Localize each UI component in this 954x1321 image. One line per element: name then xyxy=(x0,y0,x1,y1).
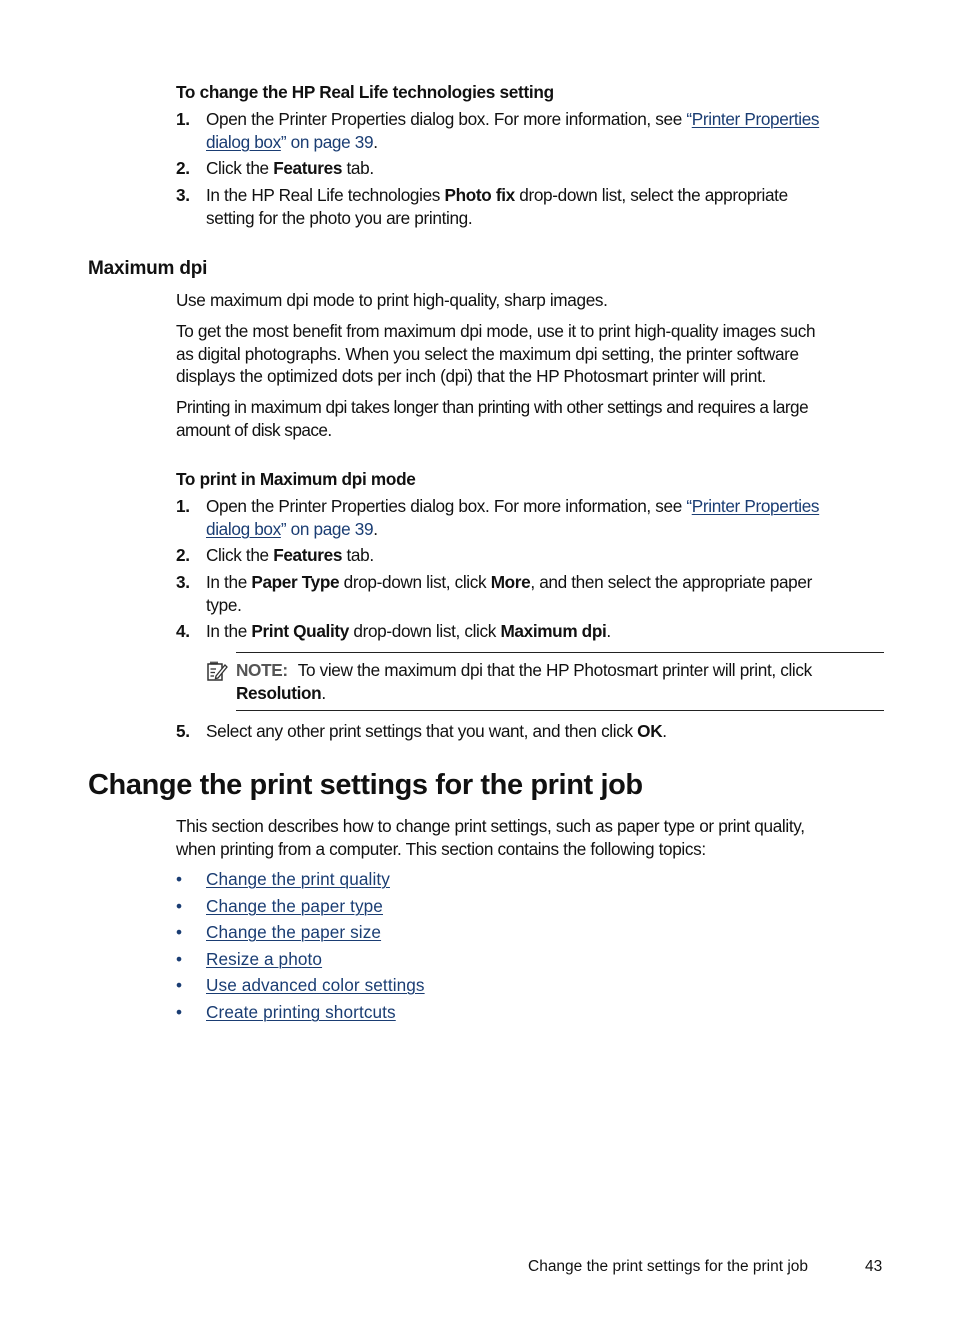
para-line: Printing in maximum dpi takes longer tha… xyxy=(176,397,809,417)
step-number: 1. xyxy=(176,109,190,129)
step-text-end: . xyxy=(662,721,667,741)
step-text-mid: drop-down list, click xyxy=(348,621,501,641)
note-body: To view the maximum dpi that the HP Phot… xyxy=(297,660,813,680)
step-text-end: tab. xyxy=(342,545,374,565)
bullet: • xyxy=(176,922,183,942)
max-dpi-para-1: Use maximum dpi mode to print high-quali… xyxy=(176,290,608,310)
bullet: • xyxy=(176,869,183,889)
max-dpi-step-2: 2. Click the Features tab. xyxy=(176,544,886,566)
step-text: In the xyxy=(206,572,252,592)
step-text-end: , and then select the appropriate paper xyxy=(530,572,812,592)
note-pencil-icon xyxy=(206,660,228,682)
topic-link-printing-shortcuts[interactable]: Create printing shortcuts xyxy=(206,1001,396,1023)
max-dpi-step-4: 4. In the Print Quality drop-down list, … xyxy=(176,620,886,642)
max-dpi-step-1: 1. Open the Printer Properties dialog bo… xyxy=(176,495,886,541)
note-label: NOTE: xyxy=(236,660,288,680)
note-end: . xyxy=(321,682,326,703)
step-text-end: . xyxy=(373,131,378,152)
bullet: • xyxy=(176,975,183,995)
step-text-line2: type. xyxy=(206,594,242,615)
real-life-step-2: 2. Click the Features tab. xyxy=(176,157,886,179)
para-line: as digital photographs. When you select … xyxy=(176,343,799,364)
note-top-rule xyxy=(236,652,884,653)
max-dpi-para-2: To get the most benefit from maximum dpi… xyxy=(176,320,896,388)
printer-properties-link[interactable]: Printer Properties xyxy=(692,496,820,516)
para-line: To get the most benefit from maximum dpi… xyxy=(176,321,816,341)
page-ref[interactable]: ” on page 39 xyxy=(281,519,374,539)
page-ref[interactable]: ” on page 39 xyxy=(281,132,374,152)
step-text-mid: drop-down list, click xyxy=(339,572,491,592)
topic-link-print-quality[interactable]: Change the print quality xyxy=(206,868,390,890)
section-heading-maximum-dpi: Maximum dpi xyxy=(88,258,208,279)
max-dpi-step-5: 5. Select any other print settings that … xyxy=(176,720,886,742)
para-line: when printing from a computer. This sect… xyxy=(176,838,706,859)
printer-properties-link[interactable]: Printer Properties xyxy=(692,109,820,129)
step-number: 1. xyxy=(176,496,190,516)
max-dpi-step-3: 3. In the Paper Type drop-down list, cli… xyxy=(176,571,886,617)
step-text: In the HP Real Life technologies xyxy=(206,185,445,205)
real-life-step-3: 3. In the HP Real Life technologies Phot… xyxy=(176,184,886,230)
step-number: 5. xyxy=(176,721,190,741)
step-number: 2. xyxy=(176,545,190,565)
ui-term: Photo fix xyxy=(444,185,515,205)
procedure-title-max-dpi: To print in Maximum dpi mode xyxy=(176,469,416,489)
procedure-title-real-life: To change the HP Real Life technologies … xyxy=(176,82,554,102)
step-number: 2. xyxy=(176,158,190,178)
max-dpi-para-3: Printing in maximum dpi takes longer tha… xyxy=(176,396,896,441)
step-text: Select any other print settings that you… xyxy=(206,721,638,741)
ui-term: Print Quality xyxy=(251,621,349,641)
bullet: • xyxy=(176,949,183,969)
ui-term: Features xyxy=(273,545,343,565)
page-heading-change-print-settings: Change the print settings for the print … xyxy=(88,769,643,801)
topic-link-resize-photo[interactable]: Resize a photo xyxy=(206,948,322,970)
printer-properties-link-cont[interactable]: dialog box xyxy=(206,132,281,152)
step-number: 3. xyxy=(176,185,190,205)
step-number: 3. xyxy=(176,572,190,592)
bullet: • xyxy=(176,1002,183,1022)
step-text: In the xyxy=(206,621,252,641)
step-text-end: . xyxy=(373,518,378,539)
step-text: Click the xyxy=(206,158,274,178)
topic-link-advanced-color[interactable]: Use advanced color settings xyxy=(206,974,425,996)
para-line: This section describes how to change pri… xyxy=(176,816,805,836)
ui-term: Resolution xyxy=(236,682,322,703)
ui-term: Features xyxy=(273,158,343,178)
step-number: 4. xyxy=(176,621,190,641)
step-text-line2: setting for the photo you are printing. xyxy=(206,207,473,228)
topic-link-paper-size[interactable]: Change the paper size xyxy=(206,921,381,943)
bullet: • xyxy=(176,896,183,916)
ui-term: OK xyxy=(637,721,663,741)
printer-properties-link-cont[interactable]: dialog box xyxy=(206,519,281,539)
para-line: amount of disk space. xyxy=(176,419,332,440)
ui-term: Maximum dpi xyxy=(500,621,607,641)
para-line: displays the optimized dots per inch (dp… xyxy=(176,366,766,386)
ui-term: More xyxy=(490,572,531,592)
step-text-end: tab. xyxy=(342,158,374,178)
note-bottom-rule xyxy=(236,710,884,711)
footer-section-title: Change the print settings for the print … xyxy=(528,1258,809,1275)
change-settings-intro: This section describes how to change pri… xyxy=(176,815,896,860)
note-text: NOTE: To view the maximum dpi that the HP… xyxy=(236,659,896,704)
page-number: 43 xyxy=(865,1258,883,1275)
step-text-end: drop-down list, select the appropriate xyxy=(514,185,788,205)
step-text: Click the xyxy=(206,545,274,565)
step-text: Open the Printer Properties dialog box. … xyxy=(206,496,687,516)
ui-term: Paper Type xyxy=(251,572,340,592)
topic-link-paper-type[interactable]: Change the paper type xyxy=(206,895,383,917)
step-text-end: . xyxy=(606,621,611,641)
real-life-step-1: 1. Open the Printer Properties dialog bo… xyxy=(176,108,886,154)
step-text: Open the Printer Properties dialog box. … xyxy=(206,109,687,129)
